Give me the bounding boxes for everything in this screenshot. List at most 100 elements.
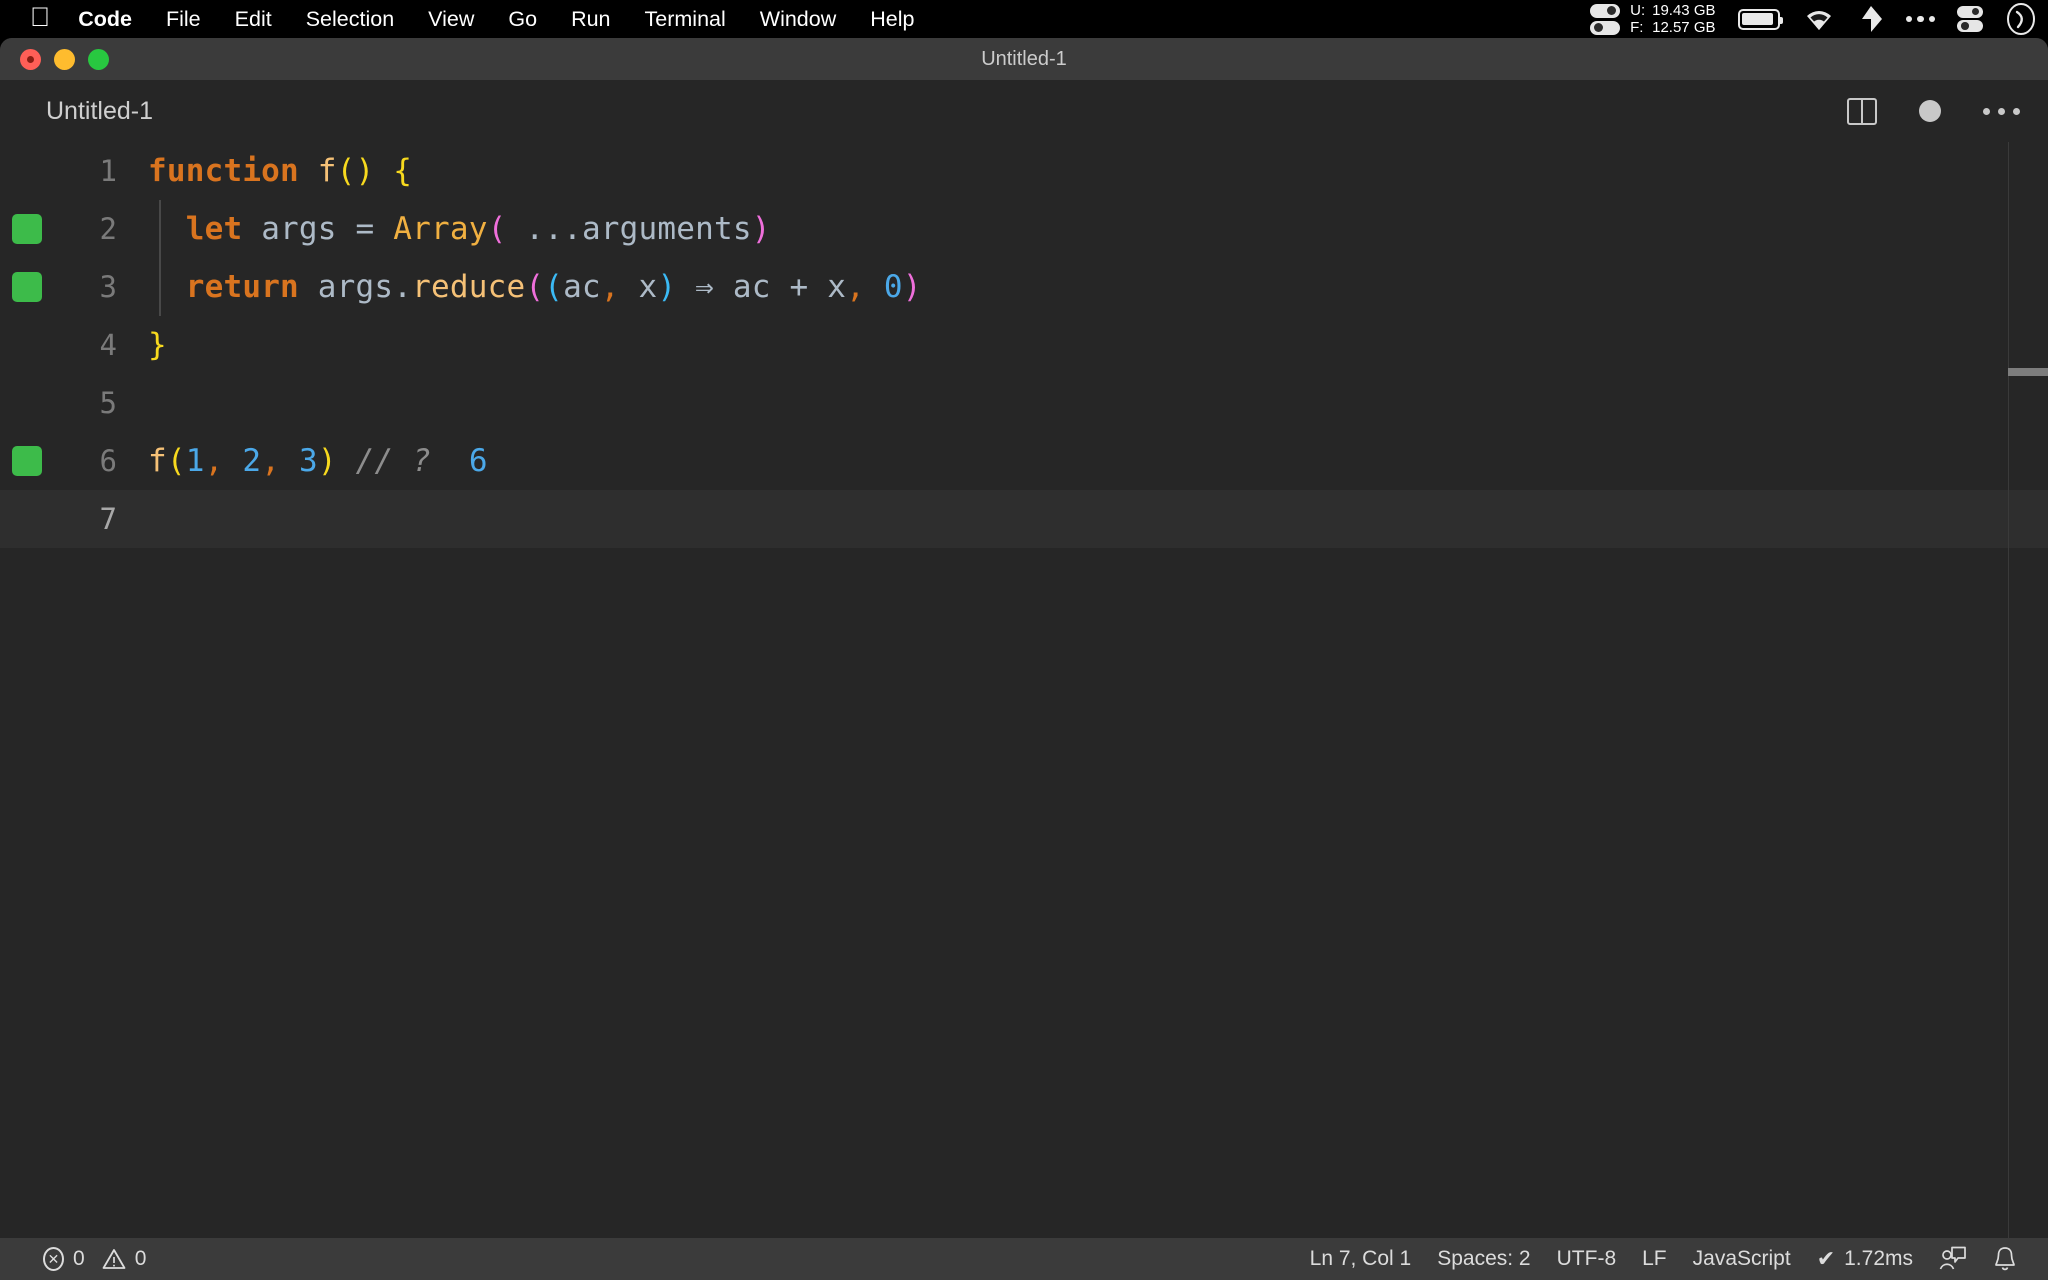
split-editor-icon[interactable] (1847, 98, 1877, 125)
token: , (846, 269, 865, 305)
code-text: let args = Array( ...arguments) (140, 211, 771, 247)
code-text: function f() { (140, 153, 412, 189)
token (148, 211, 186, 247)
encoding-item[interactable]: UTF-8 (1544, 1238, 1630, 1280)
token (337, 443, 356, 479)
unsaved-dot-icon[interactable] (1919, 100, 1941, 122)
runtime-status-item[interactable]: ✔ 1.72ms (1804, 1238, 1926, 1280)
code-line-5[interactable]: 5 (0, 374, 2048, 432)
eol-item[interactable]: LF (1629, 1238, 1680, 1280)
language-mode-item[interactable]: JavaScript (1680, 1238, 1804, 1280)
memory-readout: U: 19.43 GB F: 12.57 GB (1630, 2, 1715, 36)
token: ) (657, 269, 676, 305)
token: ⇒ (676, 269, 733, 305)
indentation-item[interactable]: Spaces: 2 (1424, 1238, 1543, 1280)
token: , (205, 443, 224, 479)
siri-icon (2005, 3, 2037, 35)
code-line-4[interactable]: 4} (0, 316, 2048, 374)
menu-item-terminal[interactable]: Terminal (628, 7, 743, 32)
menu-item-go[interactable]: Go (491, 7, 554, 32)
menu-item-window[interactable]: Window (743, 7, 853, 32)
wifi-icon (1802, 6, 1836, 32)
token: ) (752, 211, 771, 247)
menu-item-code[interactable]: Code (78, 7, 149, 32)
token: Array (393, 211, 487, 247)
more-actions-icon[interactable] (1983, 108, 2020, 115)
token: ) (318, 443, 337, 479)
token (224, 443, 243, 479)
token: args (299, 269, 393, 305)
token (865, 269, 884, 305)
menu-item-view[interactable]: View (411, 7, 491, 32)
cursor-position-item[interactable]: Ln 7, Col 1 (1297, 1238, 1425, 1280)
menu-item-help[interactable]: Help (853, 7, 931, 32)
problems-status-item[interactable]: ✕ 0 0 (30, 1238, 159, 1280)
control-center-item[interactable] (1946, 0, 1994, 38)
token: } (148, 327, 167, 363)
more-menu-items[interactable] (1895, 0, 1947, 38)
apple-menu-icon[interactable]:  (30, 4, 50, 31)
memory-used-value: 19.43 GB (1652, 2, 1715, 19)
status-bar-left: ✕ 0 0 (30, 1238, 159, 1280)
token: ( (544, 269, 563, 305)
token (299, 153, 318, 189)
menu-item-selection[interactable]: Selection (289, 7, 411, 32)
token: . (393, 269, 412, 305)
token (374, 211, 393, 247)
editor-tab-untitled-1[interactable]: Untitled-1 (0, 80, 179, 142)
token: ac (563, 269, 601, 305)
indent-guide (159, 200, 161, 258)
token: arguments (582, 211, 752, 247)
token: x (620, 269, 658, 305)
token: let (186, 211, 243, 247)
token: f (148, 443, 167, 479)
memory-status-item[interactable]: U: 19.43 GB F: 12.57 GB (1579, 0, 1726, 38)
error-circle-icon: ✕ (43, 1247, 64, 1271)
notifications-item[interactable] (1980, 1238, 2030, 1280)
wifi-status-item[interactable] (1791, 0, 1847, 38)
code-editor[interactable]: 1function f() {2 let args = Array( ...ar… (0, 142, 2048, 1238)
code-lines: 1function f() {2 let args = Array( ...ar… (0, 142, 2048, 548)
ruler-divider (2008, 142, 2009, 1238)
token (431, 443, 469, 479)
token (148, 269, 186, 305)
token: + (789, 269, 808, 305)
menu-bar-status-tray: U: 19.43 GB F: 12.57 GB (1579, 0, 2048, 38)
menu-item-file[interactable]: File (149, 7, 218, 32)
code-line-2[interactable]: 2 let args = Array( ...arguments) (0, 200, 2048, 258)
control-center-icon (1957, 6, 1983, 33)
token: return (186, 269, 299, 305)
code-text: } (140, 327, 167, 363)
token: ( (167, 443, 186, 479)
token: ... (525, 211, 582, 247)
battery-icon (1738, 9, 1780, 30)
token: = (356, 211, 375, 247)
tab-label: Untitled-1 (46, 97, 153, 126)
token: , (261, 443, 280, 479)
editor-overview-ruler[interactable] (2008, 142, 2048, 1238)
code-line-3[interactable]: 3 return args.reduce((ac, x) ⇒ ac + x, 0… (0, 258, 2048, 316)
notifications-bell-icon (1993, 1246, 2017, 1272)
menu-item-edit[interactable]: Edit (218, 7, 289, 32)
memory-toggles-icon (1590, 4, 1620, 35)
coverage-indicator-icon (12, 272, 42, 302)
vscode-window: Untitled-1 Untitled-1 1function f() {2 l… (0, 38, 2048, 1280)
token: ( (488, 211, 507, 247)
code-line-1[interactable]: 1function f() { (0, 142, 2048, 200)
status-bar: ✕ 0 0 Ln 7, Col 1 Spaces: 2 UTF-8 LF Jav… (0, 1238, 2048, 1280)
menu-item-run[interactable]: Run (554, 7, 627, 32)
status-bar-right: Ln 7, Col 1 Spaces: 2 UTF-8 LF JavaScrip… (1297, 1238, 2030, 1280)
scrollbar-marker[interactable] (2008, 368, 2048, 376)
code-text: f(1, 2, 3) // ? 6 (140, 443, 488, 479)
line-number: 5 (0, 386, 140, 420)
battery-status-item[interactable] (1727, 0, 1791, 38)
app-status-item[interactable] (1847, 0, 1895, 38)
feedback-item[interactable] (1926, 1238, 1980, 1280)
token: 1 (186, 443, 205, 479)
code-line-6[interactable]: 6f(1, 2, 3) // ? 6 (0, 432, 2048, 490)
token (280, 443, 299, 479)
token: ) (903, 269, 922, 305)
code-line-7[interactable]: 7 (0, 490, 2048, 548)
warnings-count: 0 (135, 1247, 147, 1271)
siri-item[interactable] (1994, 0, 2048, 38)
